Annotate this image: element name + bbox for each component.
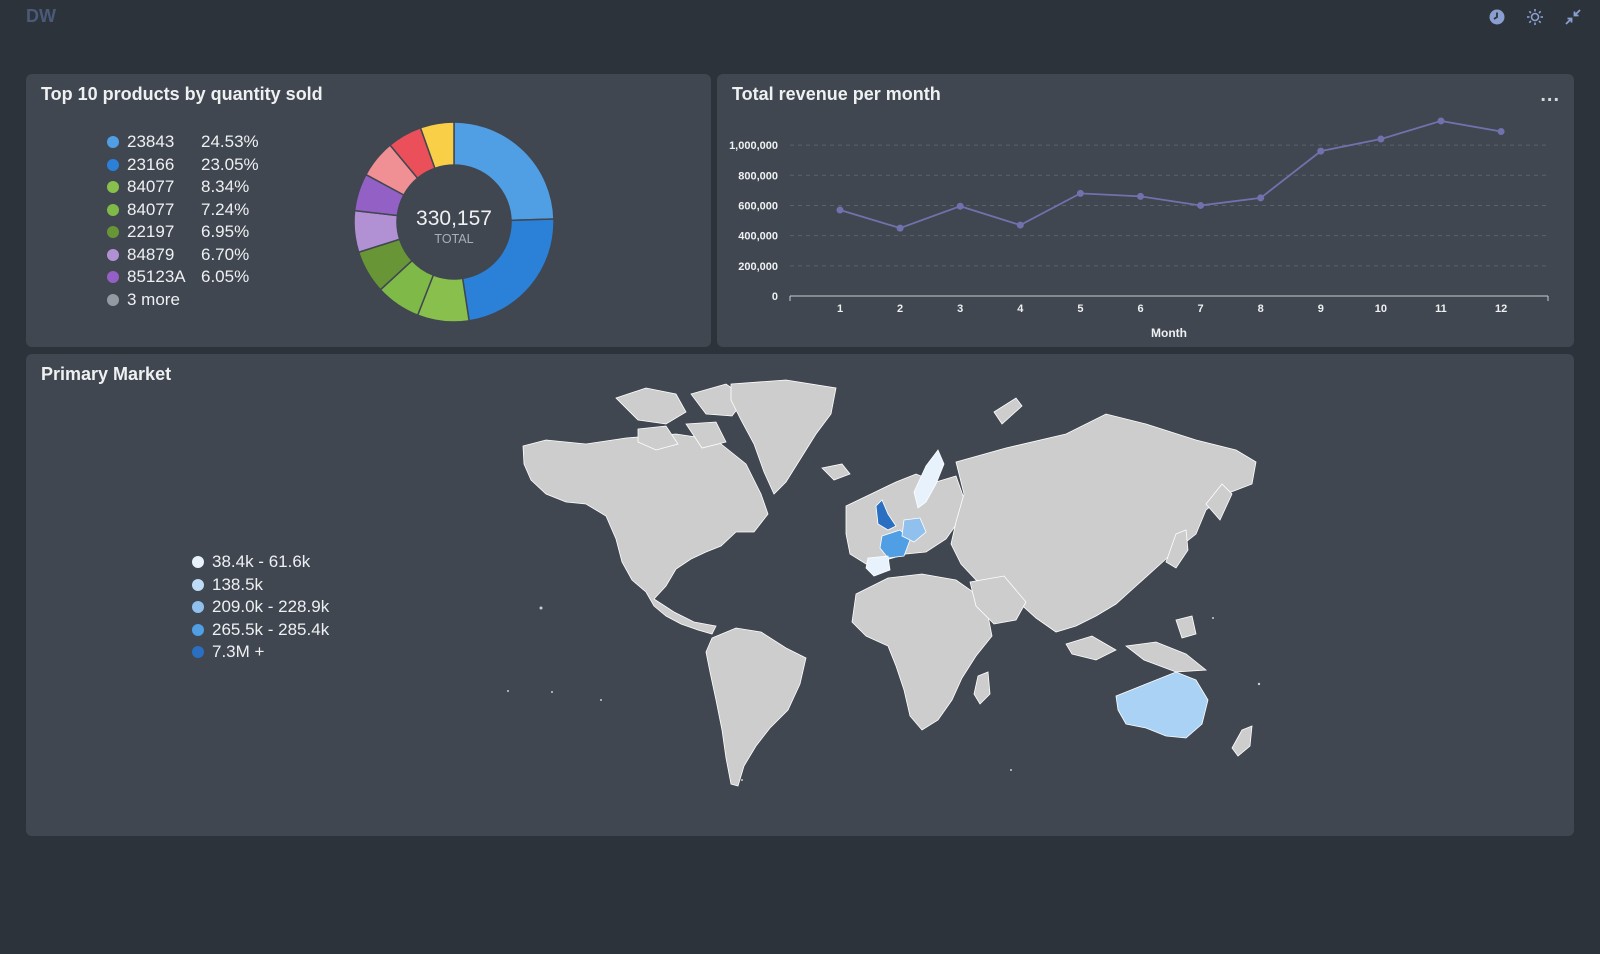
card-title: Top 10 products by quantity sold bbox=[41, 84, 323, 104]
x-axis-ticks: 1 2 3 4 5 6 7 8 9 10 11 12 bbox=[837, 303, 1507, 315]
x-tick-label: 1 bbox=[837, 303, 843, 315]
app-title: DW bbox=[26, 6, 56, 26]
legend-label: 23166 bbox=[127, 154, 175, 174]
donut-slice[interactable] bbox=[453, 121, 555, 222]
legend-percent: 6.95% bbox=[201, 222, 250, 242]
y-axis-ticks: 0 200,000 400,000 600,000 800,000 1,000,000 bbox=[729, 140, 778, 303]
legend-dot bbox=[107, 248, 119, 261]
donut-legend-item[interactable]: 23166 23.05% bbox=[107, 154, 259, 177]
x-tick-label: 2 bbox=[897, 303, 903, 315]
donut-legend-item[interactable]: 23843 24.53% bbox=[107, 131, 259, 154]
legend-dot bbox=[107, 203, 119, 216]
legend-percent: 6.70% bbox=[201, 244, 250, 264]
legend-dot bbox=[107, 181, 119, 194]
y-tick-label: 800,000 bbox=[738, 170, 778, 182]
x-tick-label: 3 bbox=[957, 303, 963, 315]
arctic-islands-shape bbox=[615, 387, 687, 425]
legend-label: 84077 bbox=[127, 177, 175, 197]
data-point[interactable] bbox=[896, 224, 904, 232]
legend-dot bbox=[107, 293, 119, 306]
y-tick-label: 0 bbox=[772, 291, 778, 303]
x-tick-label: 8 bbox=[1258, 303, 1264, 315]
legend-percent: 7.24% bbox=[201, 199, 250, 219]
legend-label: 23843 bbox=[127, 132, 175, 152]
donut-legend-item[interactable]: 84077 8.34% bbox=[107, 176, 259, 199]
donut-legend-item[interactable]: 84879 6.70% bbox=[107, 244, 259, 267]
africa-shape bbox=[851, 573, 993, 731]
australia-shape bbox=[1115, 671, 1209, 739]
donut-legend-item[interactable]: 84077 7.24% bbox=[107, 199, 259, 222]
donut-slice[interactable] bbox=[461, 218, 555, 322]
x-tick-label: 5 bbox=[1077, 303, 1083, 315]
x-tick-label: 6 bbox=[1137, 303, 1143, 315]
legend-label: 84077 bbox=[127, 199, 175, 219]
primary-market-card: Primary Market 38.4k - 61.6k 138.5k 209.0k… bbox=[26, 354, 1574, 836]
legend-dot bbox=[107, 226, 119, 239]
revenue-line-chart: 0 200,000 400,000 600,000 800,000 1,000,000 1… bbox=[729, 117, 1549, 340]
legend-dot bbox=[107, 271, 119, 284]
donut-total-value: 330,157 bbox=[416, 207, 492, 230]
data-point[interactable] bbox=[956, 202, 964, 210]
x-axis-label: Month bbox=[1151, 326, 1187, 340]
legend-label: 84879 bbox=[127, 244, 175, 264]
donut-legend: 23843 24.53% 23166 23.05% 84077 8.34% 84077 7.2… bbox=[107, 131, 259, 311]
x-tick-label: 11 bbox=[1435, 303, 1447, 315]
revenue-series-line bbox=[839, 120, 1502, 230]
x-tick-label: 9 bbox=[1318, 303, 1324, 315]
data-point[interactable] bbox=[1016, 221, 1024, 229]
legend-percent: 6.05% bbox=[201, 267, 250, 287]
legend-dot bbox=[107, 136, 119, 149]
data-point[interactable] bbox=[1197, 201, 1205, 209]
data-point[interactable] bbox=[1317, 147, 1325, 155]
donut-legend-item[interactable]: 22197 6.95% bbox=[107, 221, 259, 244]
legend-percent: 24.53% bbox=[201, 132, 259, 152]
y-tick-label: 400,000 bbox=[738, 231, 778, 243]
data-point[interactable] bbox=[1377, 135, 1385, 143]
donut-total-label: TOTAL bbox=[434, 232, 473, 246]
top-products-card: Top 10 products by quantity sold 23843 24… bbox=[26, 74, 711, 347]
y-tick-label: 1,000,000 bbox=[729, 140, 778, 152]
legend-label: 22197 bbox=[127, 222, 175, 242]
x-tick-label: 12 bbox=[1495, 303, 1507, 315]
legend-percent: 23.05% bbox=[201, 154, 259, 174]
clock-icon[interactable] bbox=[1488, 8, 1506, 26]
legend-label: 85123A bbox=[127, 267, 186, 287]
legend-label: 3 more bbox=[127, 289, 180, 309]
spain-shape bbox=[865, 555, 891, 577]
donut-legend-item[interactable]: 3 more bbox=[107, 289, 259, 312]
donut-chart: 330,157 TOTAL bbox=[353, 121, 555, 323]
data-point[interactable] bbox=[1076, 189, 1084, 197]
legend-dot bbox=[107, 158, 119, 171]
legend-percent: 8.34% bbox=[201, 177, 250, 197]
x-tick-label: 7 bbox=[1198, 303, 1204, 315]
sun-icon[interactable] bbox=[1526, 8, 1544, 26]
y-tick-label: 200,000 bbox=[738, 261, 778, 273]
collapse-icon[interactable] bbox=[1564, 8, 1582, 26]
data-point[interactable] bbox=[836, 206, 844, 214]
data-point[interactable] bbox=[1257, 194, 1265, 202]
x-tick-label: 4 bbox=[1017, 303, 1024, 315]
data-point[interactable] bbox=[1137, 192, 1144, 200]
y-tick-label: 600,000 bbox=[738, 200, 778, 212]
data-point[interactable] bbox=[1497, 128, 1505, 136]
revenue-card: Total revenue per month ... 0 200,000 400,… bbox=[717, 74, 1574, 347]
grid-lines bbox=[790, 144, 1548, 267]
top-bar: DW bbox=[0, 0, 1600, 36]
data-point[interactable] bbox=[1437, 117, 1445, 125]
x-tick-label: 10 bbox=[1375, 303, 1387, 315]
north-america-shape bbox=[522, 433, 769, 635]
donut-legend-item[interactable]: 85123A 6.05% bbox=[107, 266, 259, 289]
south-america-shape bbox=[705, 627, 807, 787]
world-map bbox=[507, 379, 1261, 787]
